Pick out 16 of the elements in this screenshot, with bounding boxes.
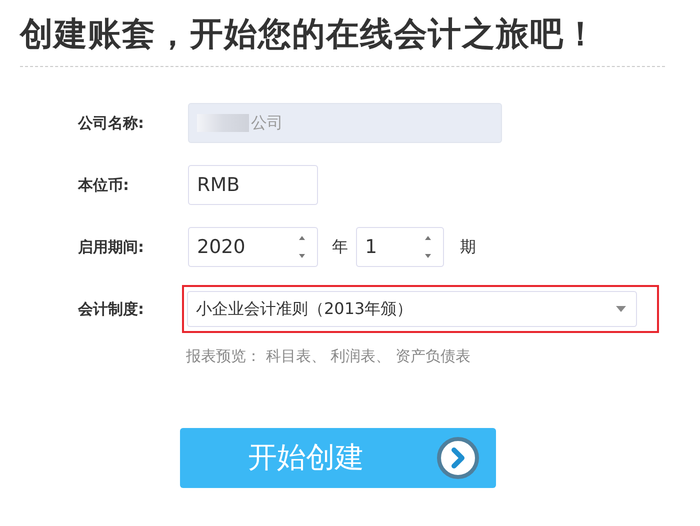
spinner-arrows-icon[interactable] xyxy=(297,234,307,260)
report-preview-text: 报表预览： 科目表、 利润表、 资产负债表 xyxy=(186,347,472,366)
field-label: 本位币: xyxy=(78,176,130,194)
unit-label: 年 xyxy=(332,236,348,258)
page-title: 创建账套，开始您的在线会计之旅吧！ xyxy=(20,13,599,55)
field-label: 公司名称: xyxy=(78,114,145,132)
text-field[interactable]: RMB xyxy=(188,165,318,205)
dropdown-caret-icon xyxy=(616,306,626,312)
select-field[interactable]: 小企业会计准则（2013年颁） xyxy=(187,291,637,327)
field-label: 启用期间: xyxy=(78,238,145,256)
spinner-arrows-icon[interactable] xyxy=(423,234,433,260)
field-label: 会计制度: xyxy=(78,300,145,318)
unit-label: 期 xyxy=(460,236,476,258)
period-spinner[interactable]: 1 xyxy=(356,227,444,267)
year-spinner[interactable]: 2020 xyxy=(188,227,318,267)
chevron-right-icon xyxy=(436,436,480,480)
